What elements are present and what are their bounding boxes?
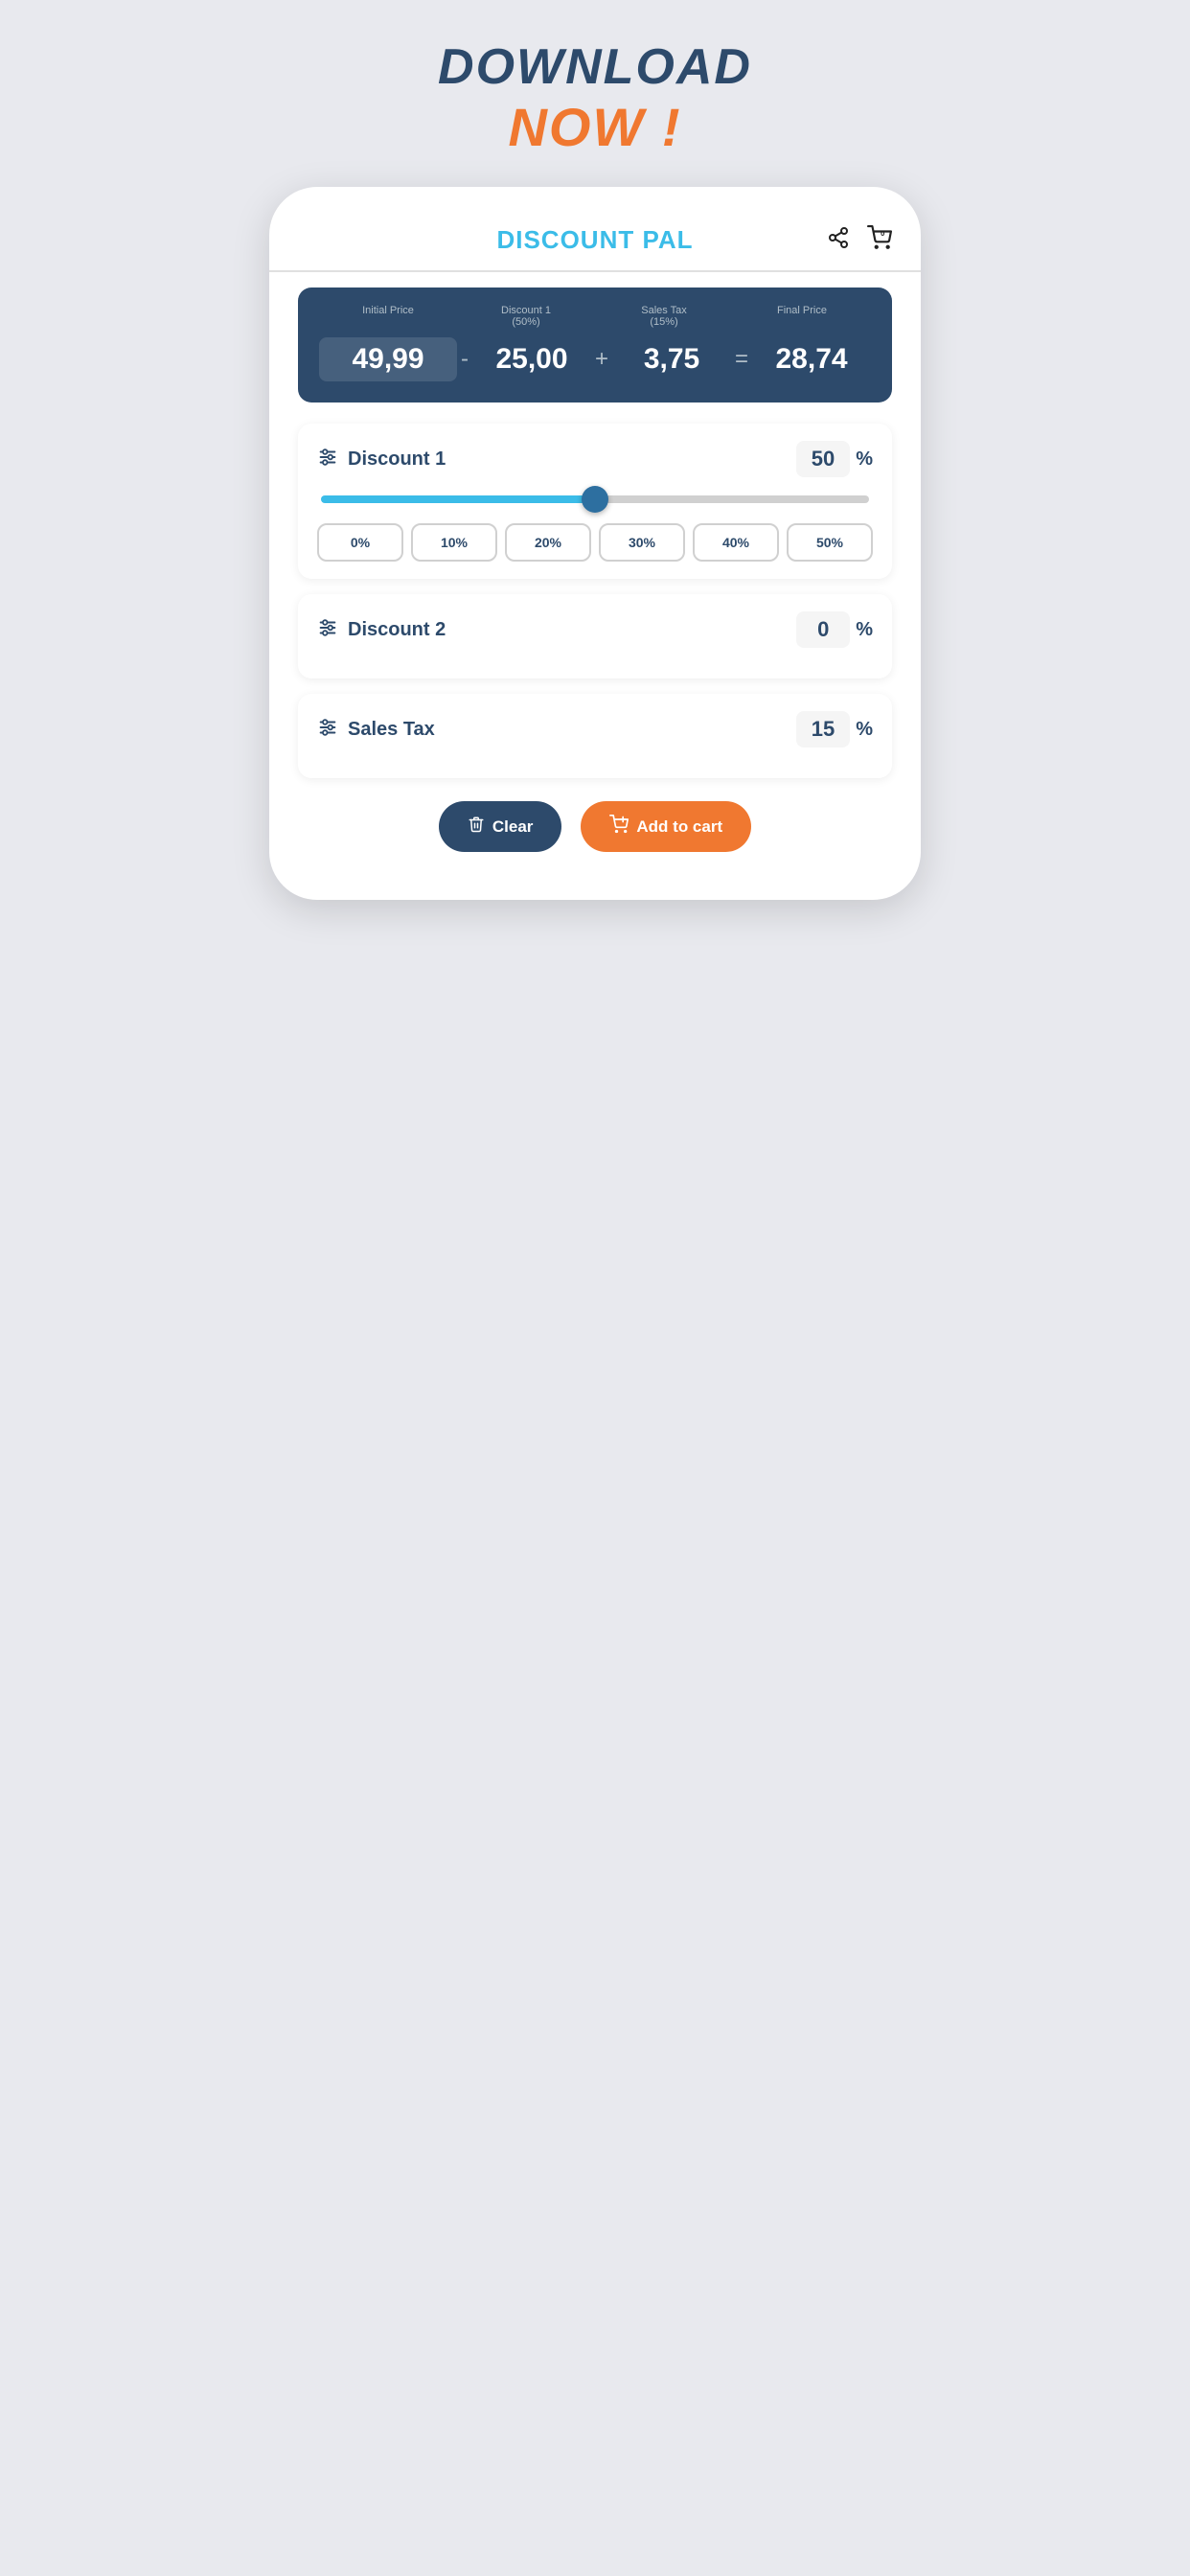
header-download: DOWNLOAD — [438, 38, 752, 96]
discount1-header: Discount 1 50 % — [317, 441, 873, 477]
discount1-slider-container — [317, 491, 873, 508]
sales-tax-header: Sales Tax 15 % — [317, 711, 873, 748]
sales-tax-label: Sales Tax — [348, 719, 435, 741]
app-bar: DISCOUNT PAL 0 — [298, 225, 892, 270]
price-card: Initial Price Discount 1(50%) Sales Tax(… — [298, 288, 892, 402]
value-tax: 3,75 — [612, 343, 731, 376]
sales-tax-sliders-icon — [317, 717, 338, 743]
label-discount1: Discount 1(50%) — [457, 305, 595, 328]
discount1-value: 50 — [796, 441, 850, 477]
cart-plus-icon — [609, 815, 629, 839]
discount2-percent: % — [856, 619, 873, 641]
bottom-buttons: Clear Add to cart — [298, 801, 892, 852]
app-bar-icons: 0 — [827, 225, 892, 256]
clear-label: Clear — [492, 817, 534, 837]
quick-btn-10[interactable]: 10% — [411, 523, 497, 562]
discount1-slider[interactable] — [321, 495, 869, 503]
op-equals: = — [735, 346, 748, 373]
discount1-section: Discount 1 50 % 0% 10% 20% 30% 40% 50% — [298, 424, 892, 579]
header-now: NOW ! — [438, 96, 752, 158]
price-values: 49,99 - 25,00 + 3,75 = 28,74 — [319, 337, 871, 381]
discount2-label: Discount 2 — [348, 619, 446, 641]
phone-frame: DISCOUNT PAL 0 — [269, 187, 921, 900]
label-initial-price: Initial Price — [319, 305, 457, 328]
clear-button[interactable]: Clear — [439, 801, 562, 852]
op-plus: + — [595, 346, 608, 373]
discount2-title-group: Discount 2 — [317, 617, 446, 643]
divider — [269, 270, 921, 272]
price-labels: Initial Price Discount 1(50%) Sales Tax(… — [319, 305, 871, 328]
discount1-label: Discount 1 — [348, 448, 446, 471]
quick-btn-0[interactable]: 0% — [317, 523, 403, 562]
sales-tax-value: 15 — [796, 711, 850, 748]
discount2-value: 0 — [796, 611, 850, 648]
discount2-value-group: 0 % — [796, 611, 873, 648]
discount2-header: Discount 2 0 % — [317, 611, 873, 648]
discount2-sliders-icon — [317, 617, 338, 643]
share-icon[interactable] — [827, 226, 850, 255]
discount2-section: Discount 2 0 % — [298, 594, 892, 678]
discount1-value-group: 50 % — [796, 441, 873, 477]
page-header: DOWNLOAD NOW ! — [438, 38, 752, 158]
app-title: DISCOUNT PAL — [496, 225, 693, 255]
label-sales-tax: Sales Tax(15%) — [595, 305, 733, 328]
cart-icon[interactable]: 0 — [867, 225, 892, 256]
quick-btn-30[interactable]: 30% — [599, 523, 685, 562]
discount1-quick-buttons: 0% 10% 20% 30% 40% 50% — [317, 523, 873, 562]
value-initial-price: 49,99 — [319, 337, 457, 381]
quick-btn-40[interactable]: 40% — [693, 523, 779, 562]
discount1-percent: % — [856, 448, 873, 471]
quick-btn-50[interactable]: 50% — [787, 523, 873, 562]
svg-text:0: 0 — [881, 228, 884, 237]
sales-tax-value-group: 15 % — [796, 711, 873, 748]
label-final-price: Final Price — [733, 305, 871, 328]
add-to-cart-label: Add to cart — [636, 817, 722, 837]
value-final: 28,74 — [752, 343, 871, 376]
value-discount1: 25,00 — [472, 343, 591, 376]
sales-tax-percent: % — [856, 719, 873, 741]
discount1-sliders-icon — [317, 447, 338, 472]
add-to-cart-button[interactable]: Add to cart — [581, 801, 751, 852]
op-minus: - — [461, 346, 469, 373]
trash-icon — [468, 816, 485, 838]
sales-tax-title-group: Sales Tax — [317, 717, 435, 743]
quick-btn-20[interactable]: 20% — [505, 523, 591, 562]
sales-tax-section: Sales Tax 15 % — [298, 694, 892, 778]
discount1-title-group: Discount 1 — [317, 447, 446, 472]
